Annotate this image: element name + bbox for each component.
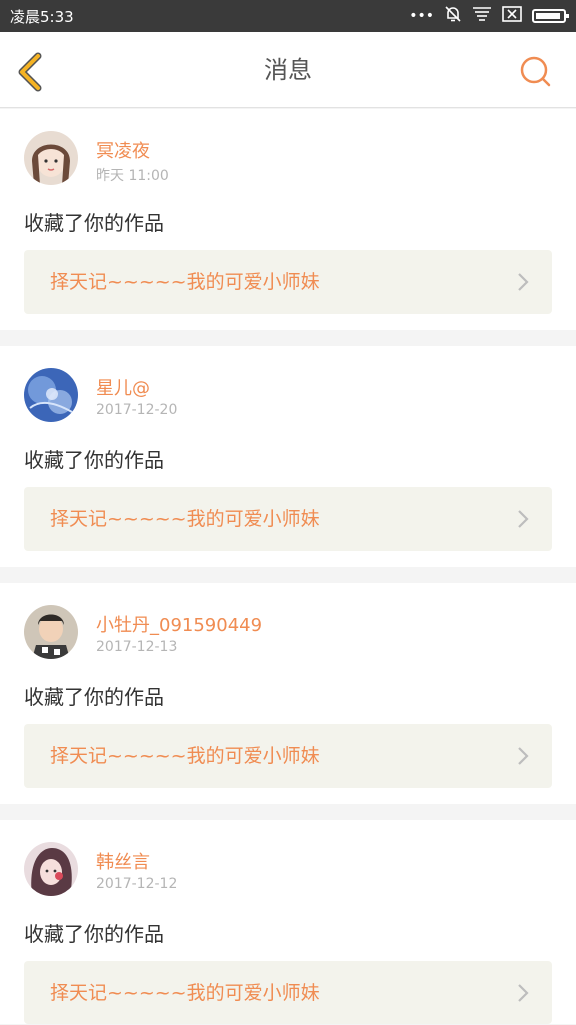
status-icons: •••: [409, 5, 569, 27]
work-link[interactable]: 择天记~~~~~我的可爱小师妹: [24, 961, 552, 1024]
chevron-right-icon: [518, 747, 529, 765]
avatar[interactable]: [24, 605, 78, 659]
avatar[interactable]: [24, 131, 78, 185]
message-card: 小牡丹_091590449 2017-12-13 收藏了你的作品 择天记~~~~…: [0, 583, 576, 804]
work-link[interactable]: 择天记~~~~~我的可爱小师妹: [24, 724, 552, 788]
work-title: 择天记~~~~~我的可爱小师妹: [50, 982, 320, 1004]
message-card: 韩丝言 2017-12-12 收藏了你的作品 择天记~~~~~我的可爱小师妹: [0, 820, 576, 1024]
back-button[interactable]: [14, 52, 50, 92]
message-card: 星儿@ 2017-12-20 收藏了你的作品 择天记~~~~~我的可爱小师妹: [0, 346, 576, 567]
work-title: 择天记~~~~~我的可爱小师妹: [50, 745, 320, 767]
mute-bell-icon: [444, 5, 462, 27]
search-button[interactable]: [518, 54, 554, 90]
chevron-right-icon: [518, 273, 529, 291]
status-time: 凌晨5:33: [10, 7, 74, 26]
status-bar: 凌晨5:33 •••: [0, 0, 576, 32]
message-card: 冥凌夜 昨天 11:00 收藏了你的作品 择天记~~~~~我的可爱小师妹: [0, 109, 576, 330]
action-text: 收藏了你的作品: [24, 685, 164, 709]
chevron-right-icon: [518, 984, 529, 1002]
action-text: 收藏了你的作品: [24, 211, 164, 235]
timestamp: 2017-12-20: [96, 402, 178, 418]
notification-icon: [472, 6, 492, 26]
nav-bar: 消息: [0, 32, 576, 108]
timestamp: 2017-12-13: [96, 639, 178, 655]
avatar[interactable]: [24, 842, 78, 896]
username[interactable]: 小牡丹_091590449: [96, 611, 262, 637]
chevron-right-icon: [518, 510, 529, 528]
page-title: 消息: [264, 56, 312, 84]
username[interactable]: 韩丝言: [96, 848, 150, 874]
action-text: 收藏了你的作品: [24, 922, 164, 946]
work-link[interactable]: 择天记~~~~~我的可爱小师妹: [24, 487, 552, 551]
timestamp: 昨天 11:00: [96, 168, 169, 184]
username[interactable]: 星儿@: [96, 374, 150, 400]
search-icon: [520, 56, 551, 87]
more-dots-icon: •••: [409, 8, 434, 24]
work-title: 择天记~~~~~我的可爱小师妹: [50, 508, 320, 530]
battery-icon: [532, 9, 569, 23]
back-arrow-icon: [18, 52, 42, 92]
work-link[interactable]: 择天记~~~~~我的可爱小师妹: [24, 250, 552, 314]
timestamp: 2017-12-12: [96, 876, 178, 892]
avatar[interactable]: [24, 368, 78, 422]
close-box-icon: [502, 6, 522, 26]
work-title: 择天记~~~~~我的可爱小师妹: [50, 271, 320, 293]
action-text: 收藏了你的作品: [24, 448, 164, 472]
username[interactable]: 冥凌夜: [96, 137, 150, 163]
